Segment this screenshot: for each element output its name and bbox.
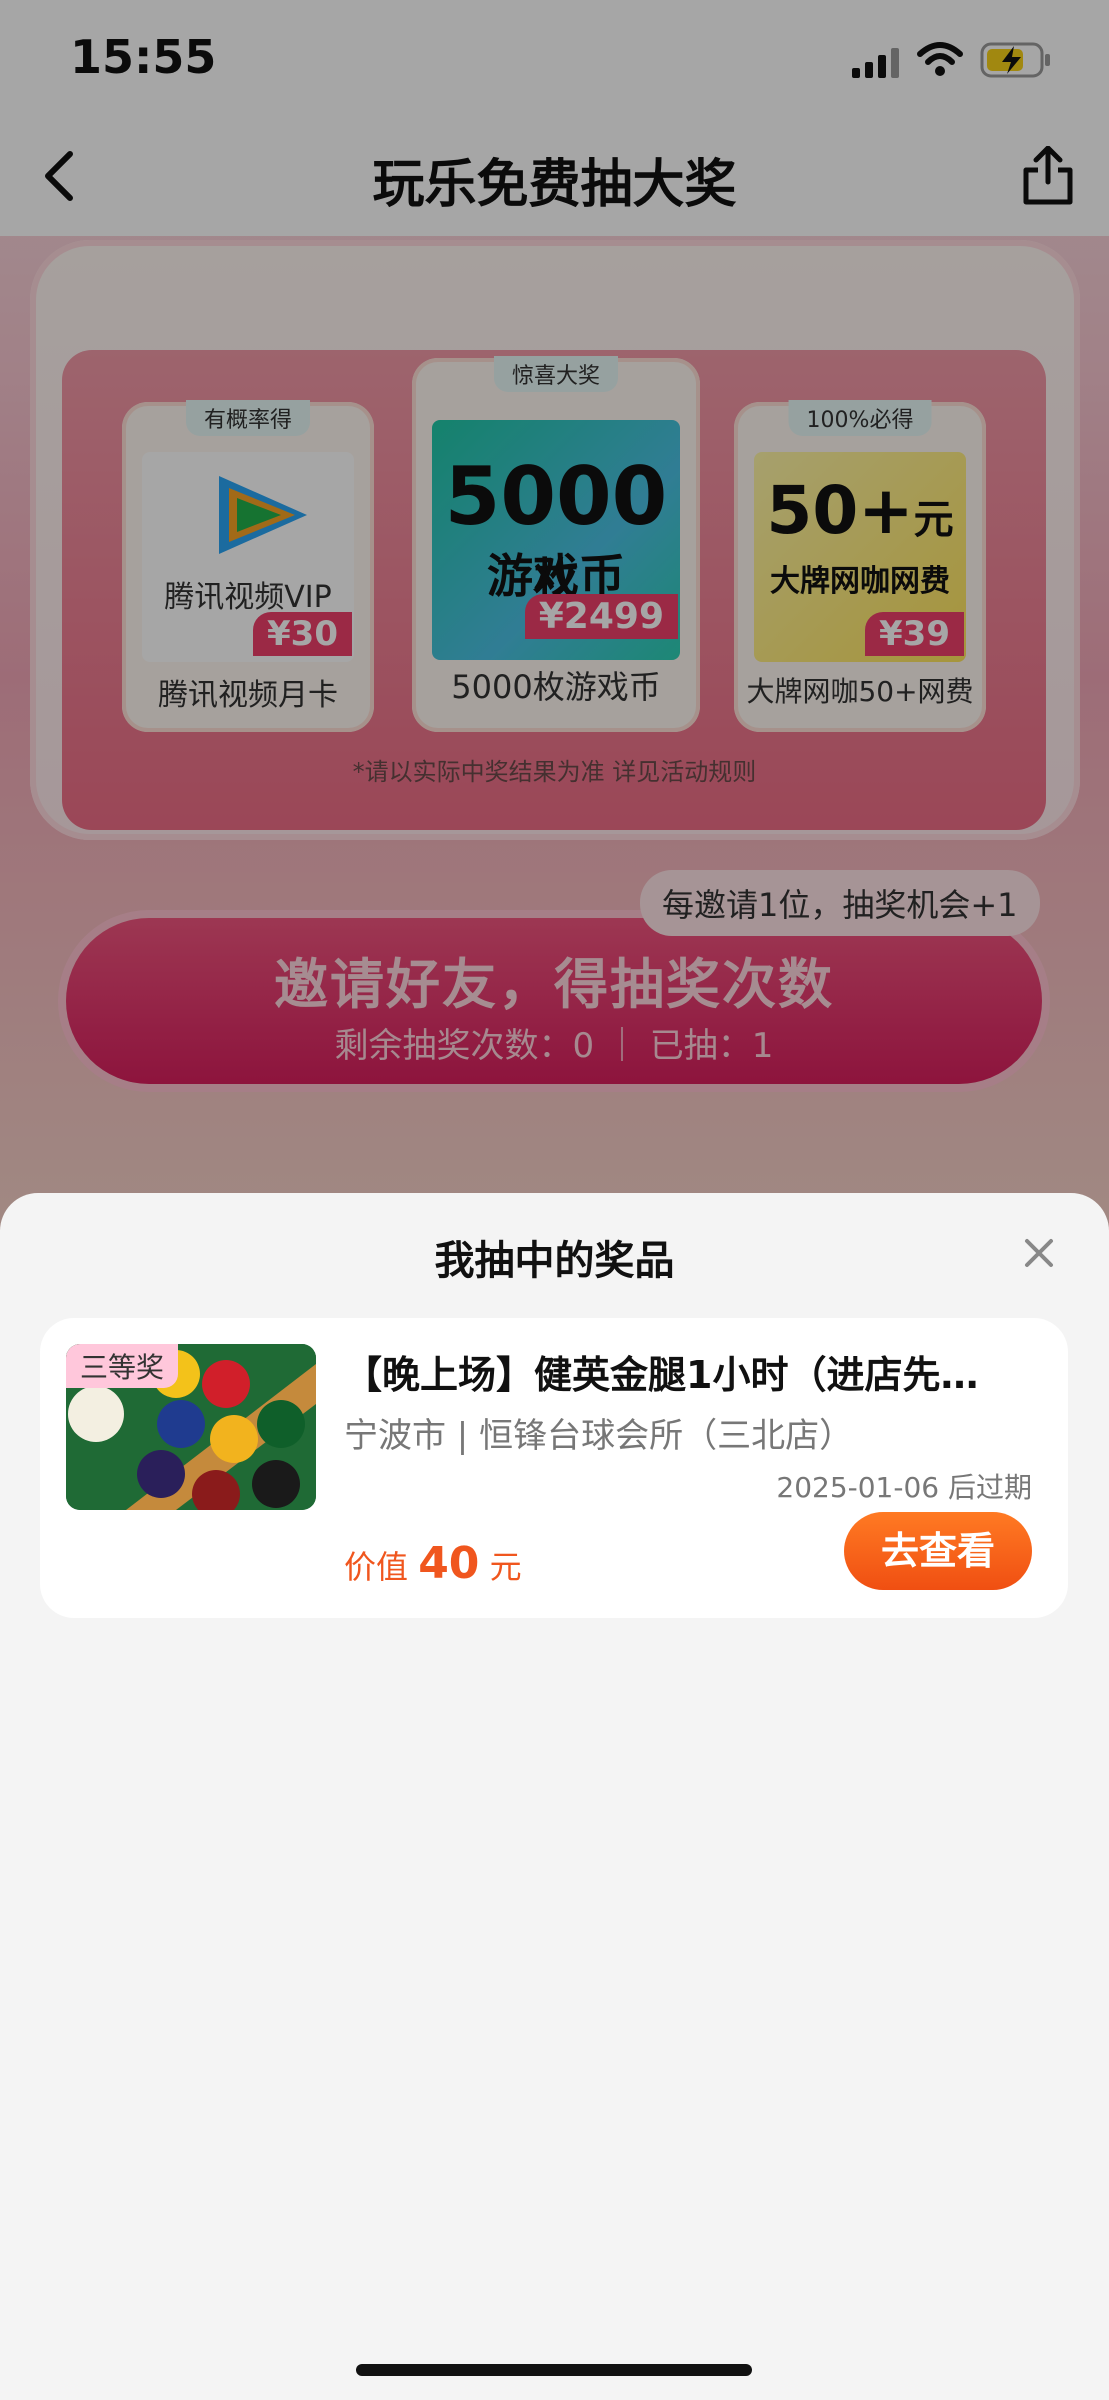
view-prize-button[interactable]: 去查看 [844,1512,1032,1590]
value-prefix: 价值 [344,1548,409,1586]
value-unit: 元 [489,1548,522,1586]
sheet-title: 我抽中的奖品 [434,1238,675,1284]
prize-item-expiry: 2025-01-06 后过期 [776,1471,1032,1504]
close-icon[interactable] [1022,1236,1056,1270]
prize-tier-badge: 三等奖 [66,1344,179,1388]
home-indicator[interactable] [356,2364,752,2376]
prize-item-value: 价值 40 元 [344,1538,522,1589]
modal-backdrop[interactable] [0,0,1109,1230]
prize-item-title: 【晚上场】健英金腿1小时（进店先… [344,1353,979,1397]
value-amount: 40 [418,1538,480,1589]
prize-item-location: 宁波市 | 恒锋台球会所（三北店） [344,1416,854,1456]
